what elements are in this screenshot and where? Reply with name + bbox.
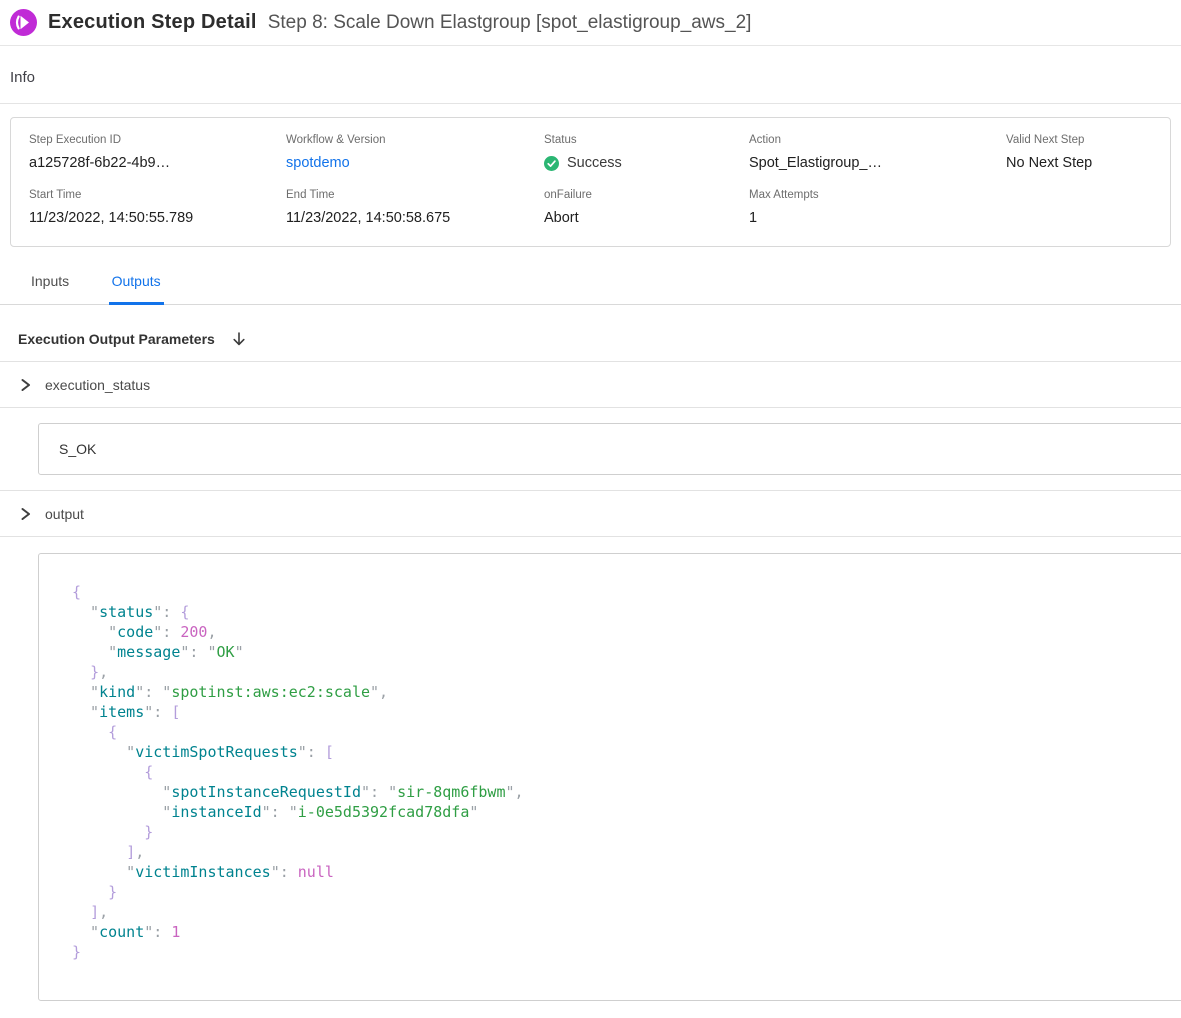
field-label: End Time [286,189,544,201]
output-json-box: { "status": { "code": 200, "message": "O… [38,553,1181,1001]
field-label: Start Time [29,189,286,201]
collapse-row-execution-status[interactable]: execution_status [0,362,1181,408]
info-section-label: Info [0,46,1181,104]
field-label: onFailure [544,189,749,201]
field-value: 1 [749,210,1006,226]
field-label: Valid Next Step [1006,134,1152,146]
info-card: Step Execution ID a125728f-6b22-4b9… Wor… [10,117,1171,247]
field-step-execution-id: Step Execution ID a125728f-6b22-4b9… [29,134,286,171]
field-max-attempts: Max Attempts 1 [749,189,1006,226]
collapse-label: execution_status [45,377,150,393]
field-label: Step Execution ID [29,134,286,146]
field-end-time: End Time 11/23/2022, 14:50:58.675 [286,189,544,226]
execution-step-detail-page: Execution Step Detail Step 8: Scale Down… [0,0,1181,1001]
field-value: No Next Step [1006,155,1152,171]
execution-status-value-box: S_OK [38,423,1181,475]
field-value: 11/23/2022, 14:50:58.675 [286,210,544,226]
execution-status-value: S_OK [59,441,96,457]
field-label: Status [544,134,749,146]
tab-inputs[interactable]: Inputs [28,263,72,302]
field-start-time: Start Time 11/23/2022, 14:50:55.789 [29,189,286,226]
field-value: 11/23/2022, 14:50:55.789 [29,210,286,226]
workflow-link[interactable]: spotdemo [286,155,544,171]
download-arrow-icon[interactable] [231,331,247,347]
success-check-icon [544,156,559,171]
page-subtitle: Step 8: Scale Down Elastgroup [spot_elas… [268,12,752,34]
chevron-right-icon [18,378,32,392]
field-label: Action [749,134,1006,146]
app-logo-icon [10,9,37,36]
output-json-code: { "status": { "code": 200, "message": "O… [72,582,1161,962]
field-action: Action Spot_Elastigroup_… [749,134,1006,171]
field-value: Abort [544,210,749,226]
status-text: Success [567,155,622,171]
collapse-row-output[interactable]: output [0,490,1181,537]
field-status: Status Success [544,134,749,171]
field-value: Spot_Elastigroup_… [749,155,1006,171]
field-workflow-version: Workflow & Version spotdemo [286,134,544,171]
field-label: Max Attempts [749,189,1006,201]
status-badge: Success [544,155,749,171]
app-header: Execution Step Detail Step 8: Scale Down… [0,0,1181,46]
tab-bar: Inputs Outputs [0,263,1181,305]
field-value: a125728f-6b22-4b9… [29,155,286,171]
output-params-title: Execution Output Parameters [18,331,215,347]
page-title: Execution Step Detail [48,11,257,34]
chevron-right-icon [18,507,32,521]
collapse-label: output [45,506,84,522]
field-onfailure: onFailure Abort [544,189,749,226]
field-valid-next-step: Valid Next Step No Next Step [1006,134,1152,171]
tab-outputs[interactable]: Outputs [109,263,164,305]
output-params-header-row: Execution Output Parameters [0,305,1181,362]
field-label: Workflow & Version [286,134,544,146]
